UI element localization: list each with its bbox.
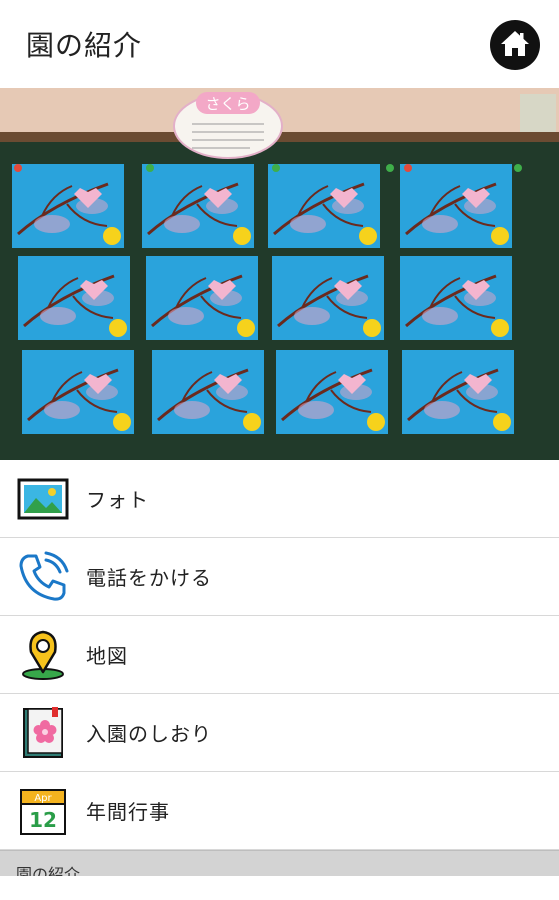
menu-list: フォト 電話をかける 地図 入園のしおり Apr 12 年間行事 [0, 460, 559, 850]
phone-icon [16, 550, 70, 604]
cherry-blossom-artwork-image: さくら [0, 88, 559, 460]
home-icon [501, 31, 529, 56]
menu-item-calendar[interactable]: Apr 12 年間行事 [0, 772, 559, 850]
calendar-icon: Apr 12 [16, 784, 70, 838]
home-button[interactable] [490, 20, 540, 70]
bottom-spacer [0, 876, 559, 900]
menu-label-phone: 電話をかける [86, 566, 212, 590]
footer-label: 園の紹介 [16, 865, 81, 877]
footer-bar: 園の紹介 [0, 850, 559, 877]
menu-label-guidebook: 入園のしおり [86, 722, 212, 746]
menu-label-calendar: 年間行事 [86, 800, 170, 824]
menu-item-photo[interactable]: フォト [0, 460, 559, 538]
hero-photo: さくら [0, 88, 559, 460]
calendar-day: 12 [29, 808, 57, 832]
menu-item-map[interactable]: 地図 [0, 616, 559, 694]
photo-icon [16, 472, 70, 526]
menu-item-phone[interactable]: 電話をかける [0, 538, 559, 616]
map-pin-icon [16, 628, 70, 682]
guidebook-icon [16, 706, 70, 760]
sign-title: さくら [205, 95, 250, 113]
page-title: 園の紹介 [26, 29, 143, 62]
calendar-month: Apr [34, 793, 52, 804]
menu-label-photo: フォト [86, 488, 149, 512]
menu-item-guidebook[interactable]: 入園のしおり [0, 694, 559, 772]
app-header: 園の紹介 [0, 0, 559, 88]
menu-label-map: 地図 [86, 644, 128, 668]
